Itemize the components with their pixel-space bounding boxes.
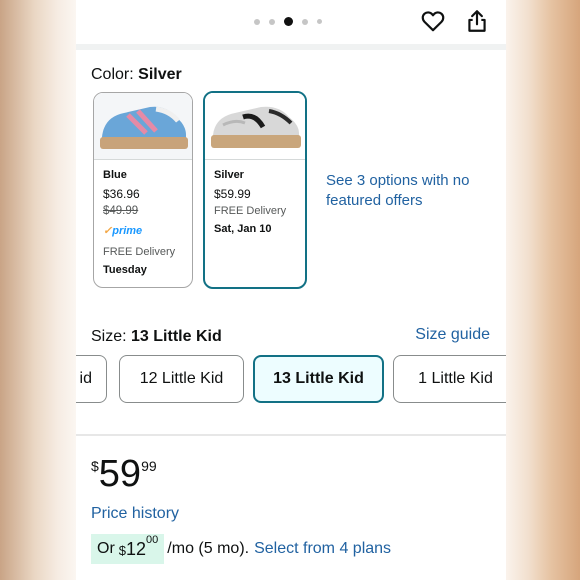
plan-term: /mo (5 mo). xyxy=(167,540,250,557)
swatch-silver[interactable]: Silver $59.99 FREE Delivery Sat, Jan 10 xyxy=(203,91,307,289)
swatch-old-price: $49.99 xyxy=(103,205,139,217)
see-other-options-link[interactable]: See 3 options with no featured offers xyxy=(326,171,496,211)
size-option[interactable]: 12 Little Kid xyxy=(119,355,244,403)
plan-cents: 00 xyxy=(146,533,159,546)
price-fraction: 99 xyxy=(141,458,157,474)
swatch-name: Silver xyxy=(214,169,244,181)
size-option-selected[interactable]: 13 Little Kid xyxy=(253,355,384,403)
size-selected: 13 Little Kid xyxy=(131,328,222,345)
installment-plan: Or $1200 /mo (5 mo). Select from 4 plans xyxy=(91,534,391,564)
swatch-delivery-date: Tuesday xyxy=(103,264,147,276)
size-guide-link[interactable]: Size guide xyxy=(415,326,490,344)
gallery-dots xyxy=(254,17,322,26)
color-heading: Color: Silver xyxy=(91,66,182,84)
gallery-dot-active[interactable] xyxy=(284,17,293,26)
price-whole: 59 xyxy=(98,453,142,495)
gallery-dot[interactable] xyxy=(302,18,308,25)
prime-badge: ✓prime xyxy=(103,225,143,237)
size-heading: Size: 13 Little Kid xyxy=(91,328,222,346)
gallery-dot[interactable] xyxy=(269,18,275,25)
swatch-price: $59.99 xyxy=(214,187,251,201)
swatch-name: Blue xyxy=(103,169,127,181)
share-icon[interactable] xyxy=(464,8,490,34)
section-divider xyxy=(76,44,506,50)
swatch-delivery-date: Sat, Jan 10 xyxy=(214,223,272,235)
section-divider xyxy=(76,434,506,436)
size-option[interactable]: id xyxy=(76,355,107,403)
plan-currency: $ xyxy=(118,542,127,558)
top-bar xyxy=(76,0,506,44)
plan-whole: 12 xyxy=(126,538,147,559)
gallery-dot[interactable] xyxy=(254,18,260,25)
heart-icon[interactable] xyxy=(420,8,446,34)
shoe-image-blue xyxy=(94,93,192,159)
swatch-blue[interactable]: Blue $36.96 $49.99 ✓prime FREE Delivery … xyxy=(93,92,193,288)
size-label: Size: xyxy=(91,328,127,345)
swatch-image xyxy=(94,93,192,160)
swatch-image xyxy=(205,93,305,160)
plan-amount: $1200 xyxy=(118,534,159,560)
color-label: Color: xyxy=(91,66,134,83)
color-selected: Silver xyxy=(138,66,182,83)
select-plan-link[interactable]: Select from 4 plans xyxy=(254,540,391,558)
swatch-delivery: FREE Delivery xyxy=(103,246,176,258)
price-currency: $ xyxy=(91,458,99,474)
swatch-price: $36.96 xyxy=(103,187,140,201)
plan-prefix: Or xyxy=(97,540,115,557)
prime-label: prime xyxy=(112,225,143,237)
product-page: Color: Silver Blue $36.96 $49.99 ✓prime … xyxy=(76,0,506,580)
swatch-delivery: FREE Delivery xyxy=(214,205,287,217)
gallery-dot[interactable] xyxy=(317,19,322,24)
shoe-image-silver xyxy=(205,93,305,159)
size-option[interactable]: 1 Little Kid xyxy=(393,355,506,403)
plan-amount-chip: Or $1200 xyxy=(91,534,165,564)
price-history-link[interactable]: Price history xyxy=(91,505,179,523)
price-display: $5999 xyxy=(91,452,157,496)
